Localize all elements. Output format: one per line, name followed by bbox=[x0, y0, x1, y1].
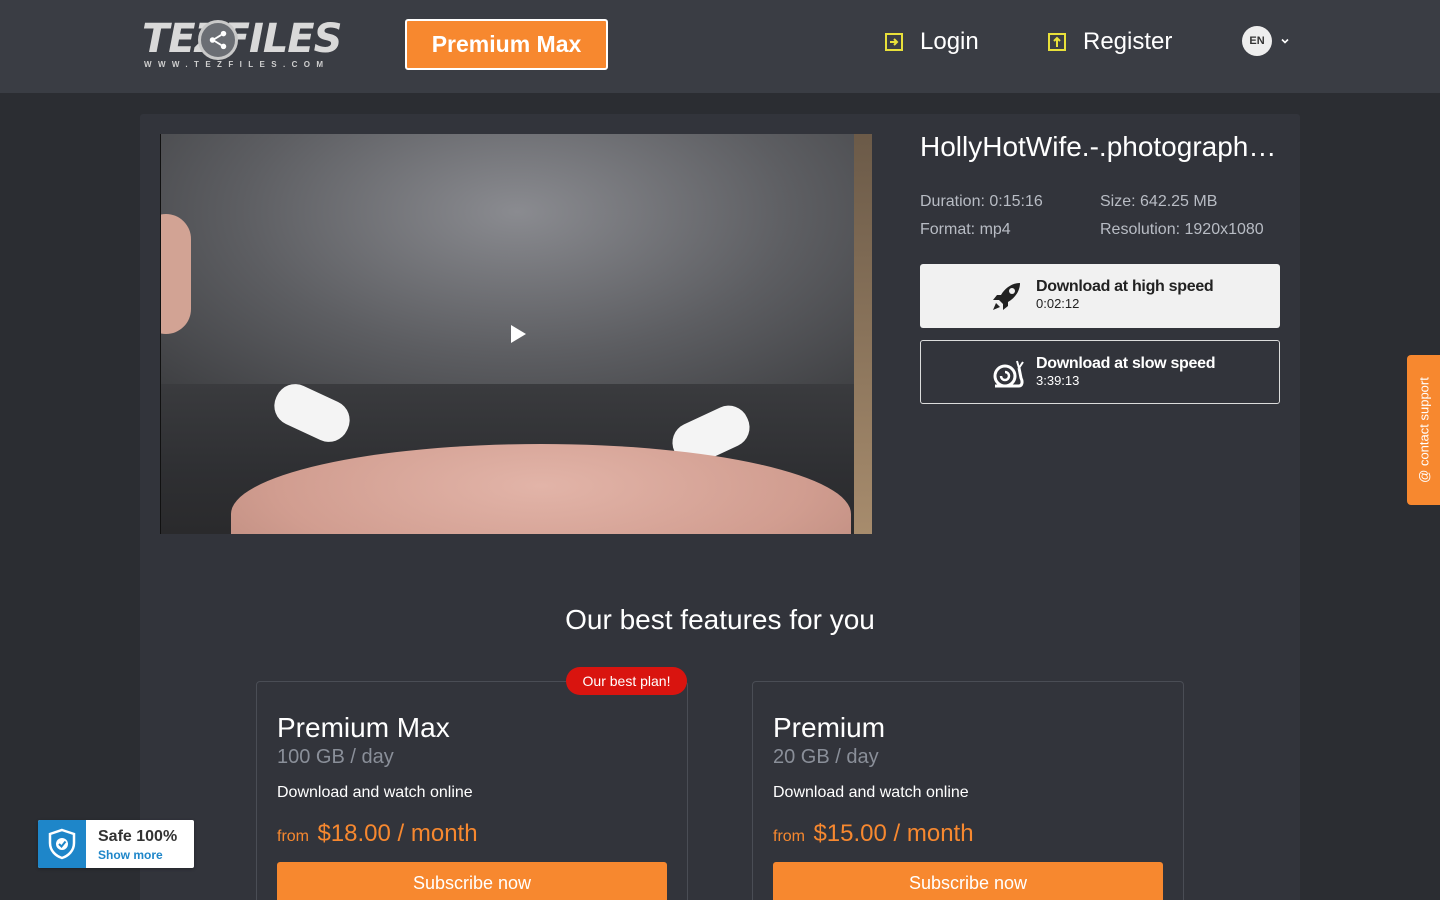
site-logo[interactable]: TEZFILES WWW.TEZFILES.COM bbox=[142, 16, 342, 72]
safe-badge-title: Safe 100% bbox=[98, 828, 178, 845]
price-prefix: from bbox=[773, 828, 805, 845]
language-selector[interactable]: EN bbox=[1242, 26, 1290, 56]
download-slow-speed-button[interactable]: Download at slow speed 3:39:13 bbox=[920, 340, 1280, 404]
download-high-time: 0:02:12 bbox=[1036, 296, 1080, 311]
download-slow-time: 3:39:13 bbox=[1036, 373, 1080, 388]
plan-quota: 20 GB / day bbox=[773, 746, 879, 768]
features-heading: Our best features for you bbox=[565, 604, 875, 635]
file-title: HollyHotWife.-.photographer.mp4 bbox=[920, 131, 1280, 162]
plan-card-premium-max: Premium Max 100 GB / day Download and wa… bbox=[256, 681, 688, 900]
plan-description: Download and watch online bbox=[773, 784, 969, 801]
plan-card-premium: Premium 20 GB / day Download and watch o… bbox=[752, 681, 1184, 900]
video-preview[interactable] bbox=[160, 134, 872, 534]
plan-price: from $18.00 / month bbox=[277, 820, 478, 848]
play-icon[interactable] bbox=[511, 325, 526, 343]
file-size: Size: 642.25 MB bbox=[1100, 193, 1218, 210]
chevron-down-icon bbox=[1281, 38, 1289, 44]
contact-support-tab[interactable]: @ contact support bbox=[1407, 355, 1440, 505]
price-amount: $15.00 / month bbox=[813, 820, 974, 847]
safe-badge[interactable]: Safe 100% Show more bbox=[38, 820, 194, 868]
download-high-speed-button[interactable]: Download at high speed 0:02:12 bbox=[920, 264, 1280, 328]
safe-badge-link[interactable]: Show more bbox=[98, 848, 163, 862]
plan-name: Premium Max bbox=[277, 712, 450, 743]
shield-check-icon bbox=[38, 820, 86, 868]
file-duration: Duration: 0:15:16 bbox=[920, 193, 1043, 210]
subscribe-button[interactable]: Subscribe now bbox=[277, 862, 667, 900]
register-link[interactable]: Register bbox=[1047, 24, 1172, 60]
plan-quota: 100 GB / day bbox=[277, 746, 394, 768]
rocket-icon bbox=[993, 283, 1020, 310]
price-amount: $18.00 / month bbox=[317, 820, 478, 847]
register-icon bbox=[1048, 33, 1066, 51]
login-link[interactable]: Login bbox=[884, 24, 979, 60]
subscribe-button[interactable]: Subscribe now bbox=[773, 862, 1163, 900]
plan-description: Download and watch online bbox=[277, 784, 473, 801]
register-label: Register bbox=[1083, 28, 1173, 55]
contact-support-label: @ contact support bbox=[1416, 377, 1431, 483]
file-resolution: Resolution: 1920x1080 bbox=[1100, 221, 1264, 238]
plan-name: Premium bbox=[773, 712, 886, 743]
share-icon bbox=[198, 20, 238, 60]
snail-icon bbox=[993, 360, 1024, 388]
plan-price: from $15.00 / month bbox=[773, 820, 974, 848]
logo-text: TEZFILES bbox=[142, 16, 342, 62]
logo-subtext: WWW.TEZFILES.COM bbox=[144, 60, 330, 69]
download-slow-label: Download at slow speed bbox=[1036, 355, 1216, 372]
price-prefix: from bbox=[277, 828, 309, 845]
premium-max-button[interactable]: Premium Max bbox=[405, 19, 608, 70]
language-code: EN bbox=[1242, 26, 1272, 56]
best-plan-badge: Our best plan! bbox=[566, 667, 687, 695]
download-high-label: Download at high speed bbox=[1036, 278, 1214, 295]
site-header: TEZFILES WWW.TEZFILES.COM Premium Max Lo… bbox=[0, 0, 1440, 93]
login-label: Login bbox=[920, 28, 979, 55]
file-format: Format: mp4 bbox=[920, 221, 1011, 238]
login-icon bbox=[885, 33, 903, 51]
